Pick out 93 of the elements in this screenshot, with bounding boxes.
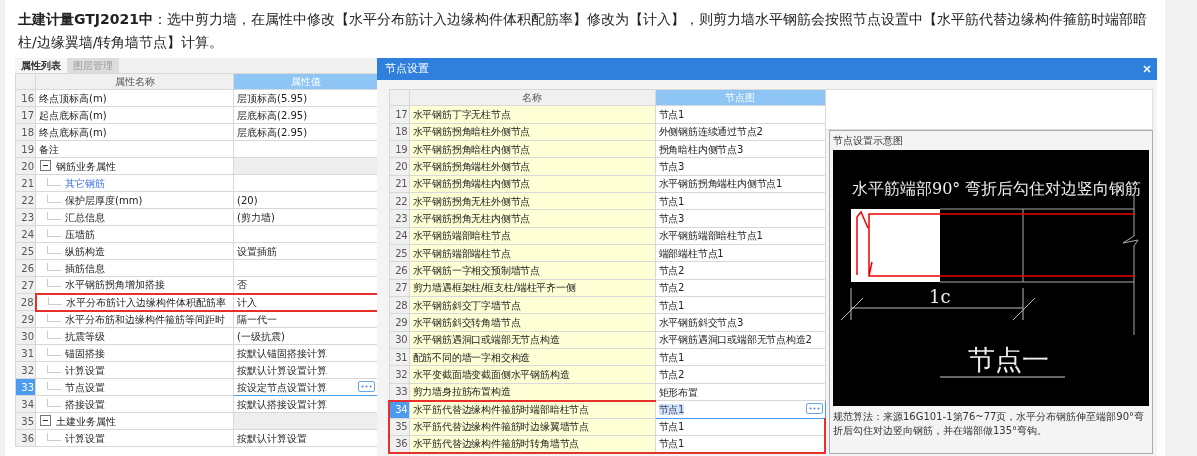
property-name: 计算设置: [65, 432, 105, 444]
property-name: 汇总信息: [65, 211, 105, 223]
node-value: 节点2: [658, 369, 685, 381]
property-value: 隔一代一: [237, 313, 277, 325]
tree-line: [47, 194, 61, 203]
property-value: 按默认锚固搭接计算: [237, 347, 327, 359]
property-value: 按默认计算设置计算: [237, 364, 327, 376]
header-cell: [15, 73, 36, 90]
property-value: 按默认搭接设置计算: [237, 398, 327, 410]
node-value: 节点3: [658, 213, 685, 225]
tree-line: [47, 381, 61, 390]
ellipsis-icon: [808, 407, 820, 411]
tree-line: [47, 177, 61, 186]
node-value: 水平钢筋端部暗柱节点1: [658, 230, 763, 242]
property-name: 起点底标高(m): [39, 109, 107, 121]
panel-tab[interactable]: 属性列表: [15, 58, 67, 73]
header-cell: [389, 89, 409, 106]
property-name: 插筋信息: [65, 262, 105, 274]
property-value: 设置插筋: [237, 245, 277, 257]
node-value: 端部端柱节点1: [658, 247, 724, 259]
property-value: 按默认计算设置: [237, 432, 307, 444]
tree-line: [47, 347, 61, 356]
diagram-caption: 水平筋端部90° 弯折后勾住对边竖向钢筋: [852, 179, 1142, 198]
preview-title: 节点设置示意图: [833, 134, 904, 148]
property-value: 层顶标高(5.95): [237, 92, 308, 104]
dimension-label: 1c: [929, 286, 951, 307]
node-value: 节点1: [658, 438, 685, 450]
tree-line: [47, 398, 61, 407]
property-value: 计入: [237, 296, 257, 308]
column-header: 属性值: [233, 73, 378, 90]
property-name: 计算设置: [65, 364, 105, 376]
property-name: 保护层厚度(mm): [65, 194, 143, 206]
property-value: (20): [237, 194, 258, 206]
node-value: 水平钢筋遇洞口或端部无节点构造2: [658, 334, 812, 346]
property-name: 压墙筋: [65, 228, 95, 240]
column-header: 节点图: [655, 89, 825, 106]
group-label: 钢筋业务属性: [56, 160, 116, 172]
node-value: 节点1: [658, 351, 685, 363]
node-name-label: 节点一: [968, 344, 1049, 375]
tree-line: [47, 245, 61, 254]
column-header: 属性名称: [35, 73, 234, 90]
column-header: 名称: [409, 89, 655, 106]
collapse-icon[interactable]: [40, 415, 51, 426]
property-name: 水平钢筋拐角增加搭接: [65, 279, 165, 291]
row-number: 34: [389, 400, 409, 418]
property-value: (剪力墙): [237, 211, 275, 223]
ellipsis-icon: [361, 385, 372, 388]
node-value: 节点1: [658, 195, 685, 207]
property-name: 锚固搭接: [65, 347, 105, 359]
property-value: 层底标高(2.95): [237, 109, 308, 121]
property-value: 层底标高(2.95): [237, 126, 308, 138]
intro-paragraph: 土建计量GTJ2021中：选中剪力墙，在属性中修改【水平分布筋计入边缘构件体积配筋率】修改为【计入】，则剪力墙水平钢筋会按照节点设置中【水平筋代替边缘构件箍筋时端部暗柱/边缘翼墙/转角墙节点】计算。: [18, 10, 1148, 52]
tree-line: [47, 313, 61, 322]
property-name: 搭接设置: [65, 398, 105, 410]
tree-line: [47, 228, 61, 237]
node-name: 水平筋代替边缘构件箍筋时端部暗柱节点: [409, 400, 655, 418]
property-name: 终点顶标高(m): [39, 92, 107, 104]
property-link[interactable]: 其它钢筋: [65, 177, 105, 189]
property-value: (一级抗震): [237, 330, 285, 342]
property-name: 纵筋构造: [65, 245, 105, 257]
tree-line: [47, 279, 61, 288]
node-value: 水平钢筋斜交节点3: [658, 317, 744, 329]
property-name: 水平分布筋计入边缘构件体积配筋率: [65, 296, 226, 308]
node-value: 节点1: [658, 299, 685, 311]
collapse-icon[interactable]: [40, 160, 51, 171]
tree-line: [47, 330, 61, 339]
rule-note: 规范算法：来源16G101-1第76~77页，水平分布钢筋伸至端部90°弯折后勾住对边竖向钢筋，并在端部做135°弯钩。: [833, 410, 1146, 438]
node-value: 节点3: [658, 161, 685, 173]
dialog-title: 节点设置: [385, 60, 429, 77]
property-name: 抗震等级: [65, 330, 105, 342]
value-field[interactable]: 节点1: [658, 403, 685, 415]
close-icon[interactable]: [1143, 65, 1151, 73]
node-value: 外侧钢筋连续通过节点2: [658, 126, 763, 138]
property-value: 否: [237, 279, 247, 291]
more-button[interactable]: [805, 403, 823, 415]
more-button[interactable]: [358, 381, 375, 392]
property-name: 节点设置: [65, 381, 105, 393]
node-value: 节点2: [658, 265, 685, 277]
tree-line: [47, 432, 61, 441]
tree-line: [47, 211, 61, 220]
node-value: 拐角暗柱内侧节点3: [658, 143, 744, 155]
property-name: 水平分布筋和边缘构件箍筋等间距时: [65, 313, 225, 325]
node-value: 节点1: [658, 109, 685, 120]
group-label: 土建业务属性: [56, 415, 116, 427]
node-value: 矩形布置: [658, 386, 698, 398]
tree-line: [47, 262, 61, 271]
property-name: 终点底标高(m): [39, 126, 107, 138]
node-value: 水平钢筋拐角端柱内侧节点1: [658, 178, 783, 190]
tree-line: [47, 364, 61, 373]
tree-line: [47, 296, 62, 305]
node-value: 节点2: [658, 282, 685, 294]
node-value: 节点1: [658, 421, 685, 433]
property-name: 备注: [39, 143, 59, 155]
